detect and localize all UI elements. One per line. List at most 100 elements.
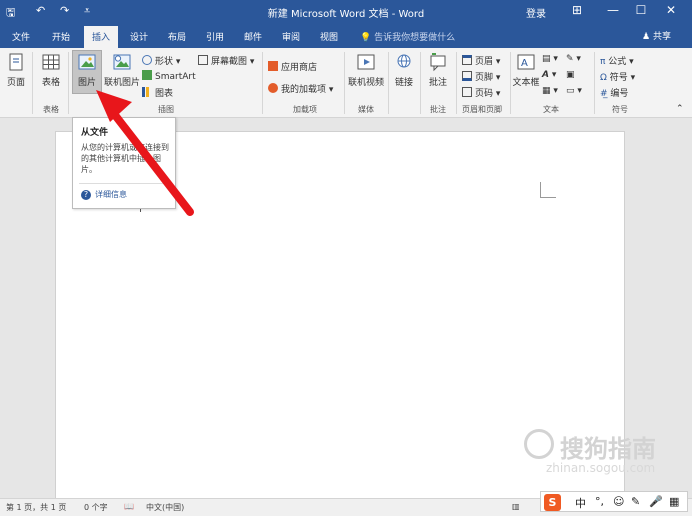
person-icon: ♟	[642, 32, 651, 42]
svg-text:A: A	[521, 58, 528, 69]
tab-mailings[interactable]: 邮件	[244, 30, 262, 43]
lightbulb-icon: 💡	[360, 33, 372, 43]
my-addins-button[interactable]: 我的加载项 ▾	[268, 82, 333, 95]
comment-label: 批注	[428, 78, 447, 88]
tab-layout[interactable]: 布局	[168, 30, 186, 43]
comment-button[interactable]: 批注	[424, 52, 452, 88]
language-status[interactable]: 中文(中国)	[146, 502, 184, 513]
table-icon	[42, 54, 60, 70]
collapse-ribbon-icon[interactable]: ⌃	[676, 104, 684, 114]
wordart-icon[interactable]: 𝘼 ▾	[542, 70, 556, 80]
tab-design[interactable]: 设计	[130, 30, 148, 43]
date-time-icon[interactable]: ▣	[566, 70, 575, 80]
handwriting-icon[interactable]: ✎	[631, 495, 640, 508]
ime-toolbar: S 中 °, ☺ ✎ 🎤 ▦	[540, 491, 688, 512]
online-picture-label: 联机图片	[104, 78, 141, 88]
page-number-icon	[462, 87, 472, 97]
picture-button[interactable]: 图片	[73, 52, 101, 88]
footer-button[interactable]: 页脚 ▾	[462, 70, 500, 83]
smartart-label: SmartArt	[155, 72, 196, 82]
online-video-button[interactable]: 联机视频	[348, 52, 384, 88]
signature-line-icon[interactable]: ✎ ▾	[566, 54, 581, 64]
smartart-icon	[142, 70, 152, 80]
links-label: 链接	[394, 78, 413, 88]
divider	[420, 52, 421, 114]
tab-insert[interactable]: 插入	[84, 26, 119, 48]
table-label: 表格	[41, 78, 60, 88]
emoji-icon[interactable]: ☺	[613, 495, 624, 508]
divider	[594, 52, 595, 114]
tab-review[interactable]: 审阅	[282, 30, 300, 43]
sogou-logo[interactable]: S	[544, 494, 561, 511]
number-button[interactable]: #̲ 编号	[600, 86, 628, 99]
divider	[388, 52, 389, 114]
maximize-icon[interactable]: ☐	[630, 3, 652, 17]
pages-label: 页面	[6, 78, 25, 88]
page-count[interactable]: 第 1 页，共 1 页	[6, 502, 66, 513]
ime-language-toggle[interactable]: 中	[575, 495, 586, 511]
shapes-label: 形状	[155, 57, 174, 67]
screenshot-label: 屏幕截图	[211, 57, 248, 67]
proofing-icon[interactable]: 📖	[124, 502, 134, 511]
login-link[interactable]: 登录	[526, 5, 546, 20]
tooltip-title: 从文件	[81, 128, 109, 138]
group-label-media: 媒体	[358, 105, 374, 114]
symbol-button[interactable]: Ω 符号 ▾	[600, 70, 635, 83]
picture-tooltip: 从文件 从您的计算机或您连接到的其他计算机中插入图片。 ? 详细信息	[72, 117, 176, 209]
group-label-illustrations: 插图	[158, 105, 174, 114]
group-label-header-footer: 页眉和页脚	[462, 105, 502, 114]
store-button[interactable]: 应用商店	[268, 60, 317, 73]
comment-icon	[430, 53, 446, 72]
microphone-icon[interactable]: 🎤	[649, 495, 663, 508]
shapes-button[interactable]: 形状 ▾	[142, 54, 180, 67]
header-label: 页眉	[475, 57, 494, 67]
chart-button[interactable]: 图表	[142, 86, 173, 99]
divider	[32, 52, 33, 114]
sogou-watermark-logo	[524, 429, 554, 459]
online-picture-button[interactable]: 联机图片	[104, 52, 140, 88]
number-icon: #̲	[600, 89, 611, 99]
group-label-addins: 加载项	[293, 105, 317, 114]
textbox-icon: A	[517, 54, 535, 70]
share-button[interactable]: ♟ 共享	[642, 29, 671, 42]
pages-button[interactable]: 页面	[4, 52, 28, 88]
links-button[interactable]: 链接	[392, 52, 416, 88]
minimize-icon[interactable]: —	[602, 3, 624, 17]
title-bar: 🖫 ↶ ↷ ⩡ 新建 Microsoft Word 文档 - Word 登录 ⊞…	[0, 0, 692, 24]
tab-home[interactable]: 开始	[52, 30, 70, 43]
store-icon	[268, 61, 278, 71]
textbox-button[interactable]: A 文本框	[512, 52, 540, 88]
page-number-button[interactable]: 页码 ▾	[462, 86, 500, 99]
my-addins-label: 我的加载项	[281, 85, 327, 95]
divider	[510, 52, 511, 114]
ribbon-display-icon[interactable]: ⊞	[566, 3, 588, 17]
word-count[interactable]: 0 个字	[84, 502, 108, 513]
read-mode-icon[interactable]: ▥	[512, 502, 520, 511]
ime-punctuation-toggle[interactable]: °,	[595, 495, 604, 508]
tooltip-more-info[interactable]: ? 详细信息	[81, 189, 127, 200]
screenshot-button[interactable]: 屏幕截图 ▾	[198, 54, 254, 67]
smartart-button[interactable]: SmartArt	[142, 70, 196, 82]
header-button[interactable]: 页眉 ▾	[462, 54, 500, 67]
dropcap-icon[interactable]: ▦ ▾	[542, 86, 558, 96]
store-label: 应用商店	[281, 63, 318, 73]
object-icon[interactable]: ▭ ▾	[566, 86, 582, 96]
toolbox-icon[interactable]: ▦	[669, 495, 679, 508]
divider	[344, 52, 345, 114]
tab-view[interactable]: 视图	[320, 30, 338, 43]
table-button[interactable]: 表格	[38, 52, 64, 88]
page-icon	[9, 53, 23, 71]
tab-file[interactable]: 文件	[12, 30, 30, 43]
equation-button[interactable]: π 公式 ▾	[600, 54, 634, 67]
globe-link-icon	[397, 54, 411, 68]
watermark-text: 搜狗指南	[560, 435, 656, 463]
group-label-text: 文本	[543, 105, 559, 114]
tab-references[interactable]: 引用	[206, 30, 224, 43]
quick-parts-icon[interactable]: ▤ ▾	[542, 54, 558, 64]
tell-me-box[interactable]: 💡 告诉我你想要做什么	[360, 30, 455, 43]
close-icon[interactable]: ✕	[660, 3, 682, 17]
footer-icon	[462, 71, 472, 81]
number-label: 编号	[610, 89, 629, 99]
addins-icon	[268, 83, 278, 93]
window-title: 新建 Microsoft Word 文档 - Word	[267, 9, 425, 20]
